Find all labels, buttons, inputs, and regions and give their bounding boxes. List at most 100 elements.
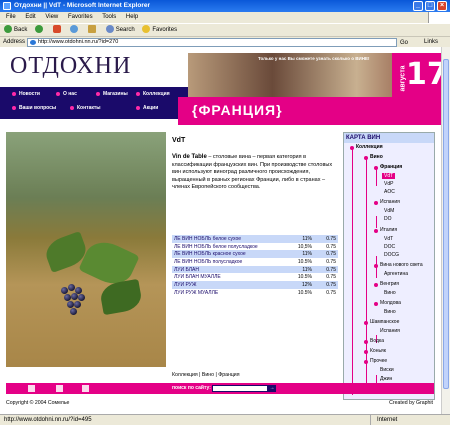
favorites-star-icon: [142, 25, 151, 34]
wine-name[interactable]: ЛЕ ВИН НОБЛЬ красное сухое: [172, 250, 290, 258]
breadcrumb[interactable]: Коллекция | Вино | Франция: [172, 372, 240, 378]
wine-name[interactable]: ЛЕ ВИН НОБЛЬ белое сухое: [172, 235, 290, 243]
map-node[interactable]: Италия: [380, 227, 397, 233]
table-row[interactable]: ЛУИ РУЖ 12% 0.75: [172, 281, 338, 289]
table-row[interactable]: ЛУИ БЛАН МУАЛЛЕ 10.5% 0.75: [172, 273, 338, 281]
refresh-button[interactable]: [70, 24, 80, 36]
back-button[interactable]: Back: [4, 24, 27, 36]
address-input[interactable]: http://www.otdohni.nn.ru/?id=270: [27, 38, 397, 47]
status-bar: http://www.otdohni.nn.ru/?id=495 Interne…: [0, 414, 450, 425]
map-node[interactable]: DO: [384, 216, 392, 222]
map-node[interactable]: Вино: [370, 154, 383, 160]
menu-view[interactable]: View: [45, 14, 58, 20]
search-button[interactable]: Search: [105, 24, 135, 36]
map-node-selected[interactable]: VdT: [382, 173, 396, 179]
created-by[interactable]: Created by Graphit: [389, 400, 433, 406]
minimize-button[interactable]: _: [413, 1, 423, 11]
wine-strength: 10.5%: [297, 274, 312, 281]
map-node[interactable]: Прочее: [370, 358, 387, 364]
tree-node-icon: [374, 229, 378, 233]
favorites-button[interactable]: Favorites: [142, 24, 177, 36]
close-button[interactable]: ×: [437, 1, 447, 11]
map-node[interactable]: VdM: [384, 208, 394, 214]
nav-promotions[interactable]: Акции: [136, 105, 158, 111]
map-node[interactable]: Вина нового света: [380, 262, 423, 268]
tree-line: [376, 216, 377, 228]
home-icon: [88, 25, 97, 34]
map-node[interactable]: VdP: [384, 181, 393, 187]
nav-shops[interactable]: Магазины: [96, 91, 128, 97]
wine-name[interactable]: ЛУИ РУЖ: [172, 281, 290, 289]
menu-favorites[interactable]: Favorites: [68, 14, 93, 20]
site-logo[interactable]: ОТДОХНИ: [10, 53, 131, 80]
search-icon: [105, 25, 114, 34]
map-node[interactable]: Испания: [380, 199, 400, 205]
browser-toolbar: Back Search Favorites: [0, 23, 450, 36]
map-node[interactable]: Водка: [370, 338, 384, 344]
map-node[interactable]: Вино: [384, 309, 396, 315]
wine-strength: 11%: [302, 266, 312, 273]
mail-icon[interactable]: [56, 385, 63, 392]
site-search-input[interactable]: [212, 385, 268, 392]
wine-name[interactable]: ЛЕ ВИН НОБЛЬ полусладкое: [172, 258, 290, 266]
wine-name[interactable]: ЛУИ РУЖ МУАЛЛЕ: [172, 289, 290, 297]
menu-edit[interactable]: Edit: [25, 14, 35, 20]
table-row[interactable]: ЛЕ ВИН НОБЛЬ полусладкое 10.5% 0.75: [172, 258, 338, 266]
menu-tools[interactable]: Tools: [102, 14, 116, 20]
nav-contacts[interactable]: Контакты: [70, 105, 101, 111]
map-node[interactable]: Шампанское: [370, 319, 399, 325]
map-node[interactable]: Венгрия: [380, 281, 399, 287]
vertical-scrollbar[interactable]: [441, 47, 450, 414]
map-node[interactable]: Вино: [384, 290, 396, 296]
wine-volume: 0.75: [326, 243, 336, 250]
page-viewport: ОТДОХНИ Только у нас Вы сможете узнать с…: [0, 47, 441, 414]
article-heading: VdT: [172, 137, 186, 144]
menu-file[interactable]: File: [6, 14, 16, 20]
wine-name[interactable]: ЛУИ БЛАН МУАЛЛЕ: [172, 273, 290, 281]
table-row[interactable]: ЛЕ ВИН НОБЛЬ белое сухое 11% 0.75: [172, 235, 338, 243]
map-node[interactable]: Коллекция: [356, 144, 383, 150]
map-node[interactable]: Коньяк: [370, 348, 386, 354]
table-row[interactable]: ЛУИ БЛАН 11% 0.75: [172, 265, 338, 274]
nav-collection[interactable]: Коллекция: [136, 91, 170, 97]
map-node[interactable]: DOC: [384, 244, 395, 250]
map-node[interactable]: Джин: [380, 376, 392, 382]
home-icon[interactable]: [28, 385, 35, 392]
sitemap-icon[interactable]: [82, 385, 89, 392]
page-icon: [30, 40, 36, 45]
links-button[interactable]: Links: [424, 37, 438, 47]
table-row[interactable]: ЛЕ ВИН НОБЛЬ белое полусладкое 10,5% 0.75: [172, 243, 338, 251]
scrollbar-thumb[interactable]: [443, 59, 449, 389]
tree-node-icon: [374, 201, 378, 205]
map-node[interactable]: Аргентина: [384, 271, 408, 277]
map-node[interactable]: Испания: [380, 328, 400, 334]
forward-arrow-icon: [35, 25, 44, 34]
maximize-button[interactable]: □: [425, 1, 435, 11]
map-node[interactable]: DOCG: [384, 252, 399, 258]
stop-button[interactable]: [52, 24, 63, 36]
wine-name[interactable]: ЛУИ БЛАН: [172, 266, 290, 274]
site-search-button[interactable]: →: [268, 385, 276, 392]
wine-volume: 0.75: [326, 266, 336, 273]
tree-node-icon: [374, 166, 378, 170]
wine-map: КАРТА ВИН Коллекция Вино Франция VdT VdP…: [343, 132, 435, 400]
nav-questions[interactable]: Ваши вопросы: [12, 105, 56, 111]
nav-about[interactable]: О нас: [56, 91, 77, 97]
menu-help[interactable]: Help: [126, 14, 138, 20]
wine-table: ЛЕ ВИН НОБЛЬ белое сухое 11% 0.75 ЛЕ ВИН Н…: [172, 235, 338, 297]
tree-node-icon: [374, 264, 378, 268]
forward-button[interactable]: [35, 24, 45, 36]
map-node[interactable]: Франция: [380, 164, 402, 170]
map-node[interactable]: AOC: [384, 189, 395, 195]
map-node[interactable]: VdT: [384, 236, 393, 242]
wine-name[interactable]: ЛЕ ВИН НОБЛЬ белое полусладкое: [172, 243, 290, 251]
search-label: Search: [115, 27, 135, 33]
nav-news[interactable]: Новости: [12, 91, 40, 97]
table-row[interactable]: ЛУИ РУЖ МУАЛЛЕ 10.5% 0.75: [172, 289, 338, 297]
refresh-icon: [70, 25, 79, 34]
map-node[interactable]: Молдова: [380, 300, 401, 306]
map-node[interactable]: Виски: [380, 367, 394, 373]
grape-shape: [78, 294, 85, 301]
table-row[interactable]: ЛЕ ВИН НОБЛЬ красное сухое 11% 0.75: [172, 250, 338, 259]
home-button[interactable]: [88, 24, 98, 36]
